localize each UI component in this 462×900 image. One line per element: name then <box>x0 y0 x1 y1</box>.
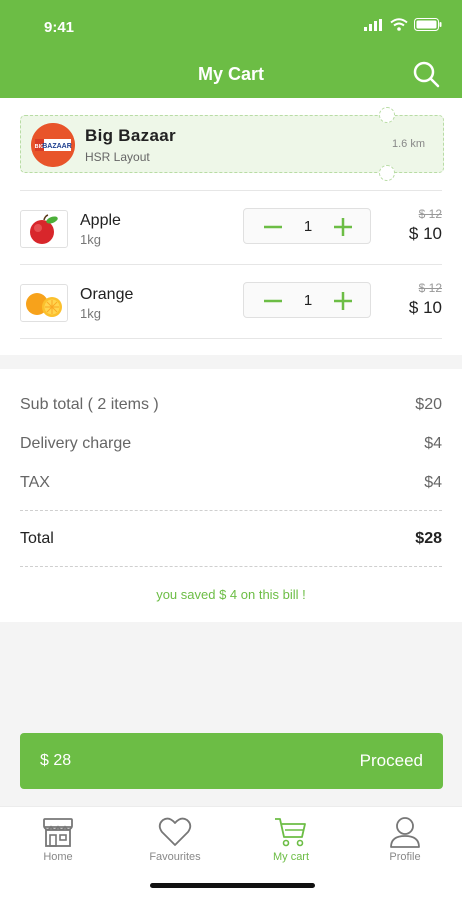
quantity-stepper: 1 <box>243 282 371 318</box>
item-name: Apple <box>80 212 121 229</box>
delivery-label: Delivery charge <box>20 435 132 452</box>
proceed-label: Proceed <box>359 751 423 770</box>
tax-label: TAX <box>20 474 50 491</box>
nav-item-favourites[interactable]: Favourites <box>130 815 220 871</box>
quantity-stepper: 1 <box>243 208 371 244</box>
ticket-notch <box>379 107 395 123</box>
original-price: $ 12 <box>418 281 442 295</box>
svg-text:BAZAAR: BAZAAR <box>42 143 72 150</box>
tax-row: TAX $4 <box>20 474 442 492</box>
divider <box>20 338 442 339</box>
savings-message: you saved $ 4 on this bill ! <box>156 587 306 602</box>
subtotal-label: Sub total ( 2 items ) <box>20 396 159 413</box>
battery-icon <box>414 18 442 31</box>
subtotal-row: Sub total ( 2 items ) $20 <box>20 396 442 414</box>
item-price: $ 10 <box>408 224 442 243</box>
apple-image <box>20 210 68 248</box>
increase-button[interactable] <box>330 288 356 314</box>
nav-item-my-cart[interactable]: My cart <box>246 815 336 871</box>
minus-icon <box>264 299 282 303</box>
nav-label-my-cart: My cart <box>272 851 310 863</box>
app-header: 9:41 My Cart <box>0 0 462 98</box>
orange-image <box>20 284 68 322</box>
nav-item-profile[interactable]: Profile <box>360 815 450 871</box>
search-icon <box>413 61 440 88</box>
search-button[interactable] <box>412 60 440 88</box>
plus-icon <box>334 218 352 236</box>
ticket-notch <box>379 165 395 181</box>
item-price: $ 10 <box>408 298 442 317</box>
wifi-icon <box>390 18 408 31</box>
plus-icon <box>334 292 352 310</box>
cart-item-apple: Apple 1kg 1 $ 12 $ 10 <box>20 204 444 258</box>
nav-item-home[interactable]: Home <box>13 815 103 871</box>
page-title: My Cart <box>197 64 264 84</box>
decrease-button[interactable] <box>260 214 286 240</box>
cart-item-orange: Orange 1kg 1 $ 12 $ 10 <box>20 278 444 332</box>
delivery-row: Delivery charge $4 <box>20 435 442 453</box>
status-time: 9:41 <box>44 19 75 36</box>
subtotal-value: $20 <box>415 396 442 413</box>
total-value: $28 <box>415 530 442 547</box>
dashed-divider <box>20 510 442 511</box>
nav-label-favourites: Favourites <box>149 851 201 863</box>
home-indicator <box>150 883 315 888</box>
quantity-value: 1 <box>303 218 313 235</box>
original-price: $ 12 <box>418 207 442 221</box>
total-label: Total <box>20 530 54 547</box>
section-separator <box>0 355 462 369</box>
delivery-value: $4 <box>424 435 442 452</box>
item-name: Orange <box>80 286 134 303</box>
minus-icon <box>264 225 282 229</box>
heart-icon <box>158 817 192 846</box>
proceed-amount: $ 28 <box>40 752 72 769</box>
decrease-button[interactable] <box>260 288 286 314</box>
user-icon <box>390 817 420 848</box>
cart-icon <box>275 818 306 847</box>
store-card[interactable]: BIG BAZAAR Big Bazaar HSR Layout 1.6 km <box>20 107 444 181</box>
dashed-divider <box>20 566 442 567</box>
signal-icon <box>364 18 382 31</box>
store-distance: 1.6 km <box>391 138 425 150</box>
status-icons <box>364 18 442 31</box>
store-name: Big Bazaar <box>85 126 176 145</box>
store-icon <box>43 818 73 847</box>
quantity-value: 1 <box>303 292 313 309</box>
nav-label-profile: Profile <box>389 851 421 863</box>
tax-value: $4 <box>424 474 442 491</box>
store-logo: BIG BAZAAR <box>31 123 75 167</box>
total-row: Total $28 <box>20 530 442 548</box>
item-unit: 1kg <box>80 232 101 247</box>
store-area: HSR Layout <box>85 150 150 164</box>
divider <box>20 264 442 265</box>
proceed-button[interactable]: $ 28 Proceed <box>20 733 443 789</box>
increase-button[interactable] <box>330 214 356 240</box>
nav-label-home: Home <box>43 851 73 863</box>
item-unit: 1kg <box>80 306 101 321</box>
divider <box>20 190 442 191</box>
